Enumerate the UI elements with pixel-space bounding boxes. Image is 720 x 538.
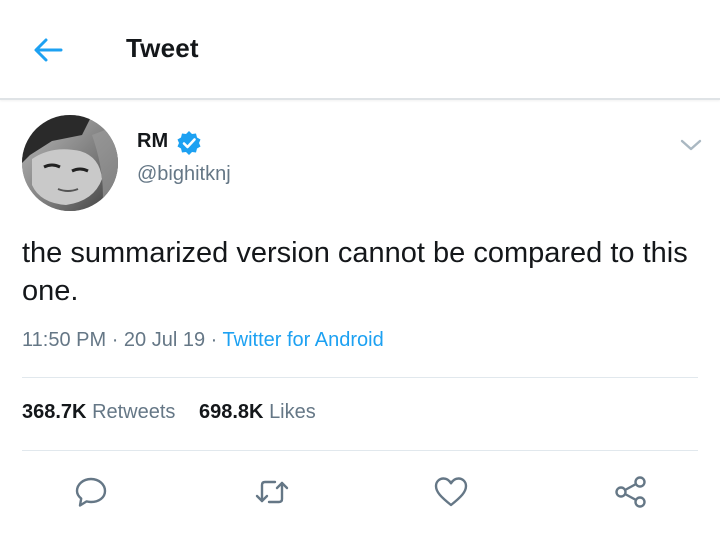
tweet-date: 20 Jul 19	[123, 329, 206, 351]
like-button[interactable]	[431, 472, 471, 512]
retweet-icon	[255, 480, 289, 504]
tweet-stats: 368.7K Retweets 698.8K Likes	[22, 401, 316, 424]
avatar-photo	[22, 115, 118, 211]
retweets-count: 368.7K	[22, 401, 87, 423]
author-handle[interactable]: @bighitknj	[137, 163, 231, 186]
divider	[22, 377, 698, 378]
heart-icon	[434, 477, 468, 507]
tweet-menu-button[interactable]	[676, 130, 706, 160]
retweets-stat[interactable]: 368.7K Retweets	[22, 401, 175, 424]
meta-separator: ·	[111, 329, 119, 351]
share-button[interactable]	[611, 472, 651, 512]
author-name[interactable]: RM	[137, 130, 168, 153]
tweet-source-link[interactable]: Twitter for Android	[223, 329, 384, 351]
likes-label: Likes	[269, 401, 316, 423]
chevron-down-icon	[680, 139, 702, 151]
tweet-text: the summarized version cannot be compare…	[22, 237, 688, 307]
share-icon	[615, 476, 646, 508]
reply-icon	[75, 477, 107, 507]
page-title: Tweet	[126, 33, 199, 63]
likes-count: 698.8K	[199, 401, 264, 423]
arrow-left-icon	[34, 38, 63, 62]
tweet-time: 11:50 PM	[22, 329, 107, 351]
tweet-meta: 11:50 PM · 20 Jul 19 · Twitter for Andro…	[22, 329, 384, 352]
verified-badge-icon	[177, 131, 201, 155]
divider	[22, 450, 698, 451]
retweet-button[interactable]	[252, 472, 292, 512]
back-button[interactable]	[28, 30, 68, 70]
meta-separator: ·	[210, 329, 218, 351]
tweet-page: Tweet RM @bighitknj the summarized versi…	[0, 0, 720, 538]
retweets-label: Retweets	[92, 401, 176, 423]
top-bar: Tweet	[0, 0, 720, 100]
reply-button[interactable]	[71, 472, 111, 512]
likes-stat[interactable]: 698.8K Likes	[199, 401, 316, 424]
avatar[interactable]	[22, 115, 118, 211]
